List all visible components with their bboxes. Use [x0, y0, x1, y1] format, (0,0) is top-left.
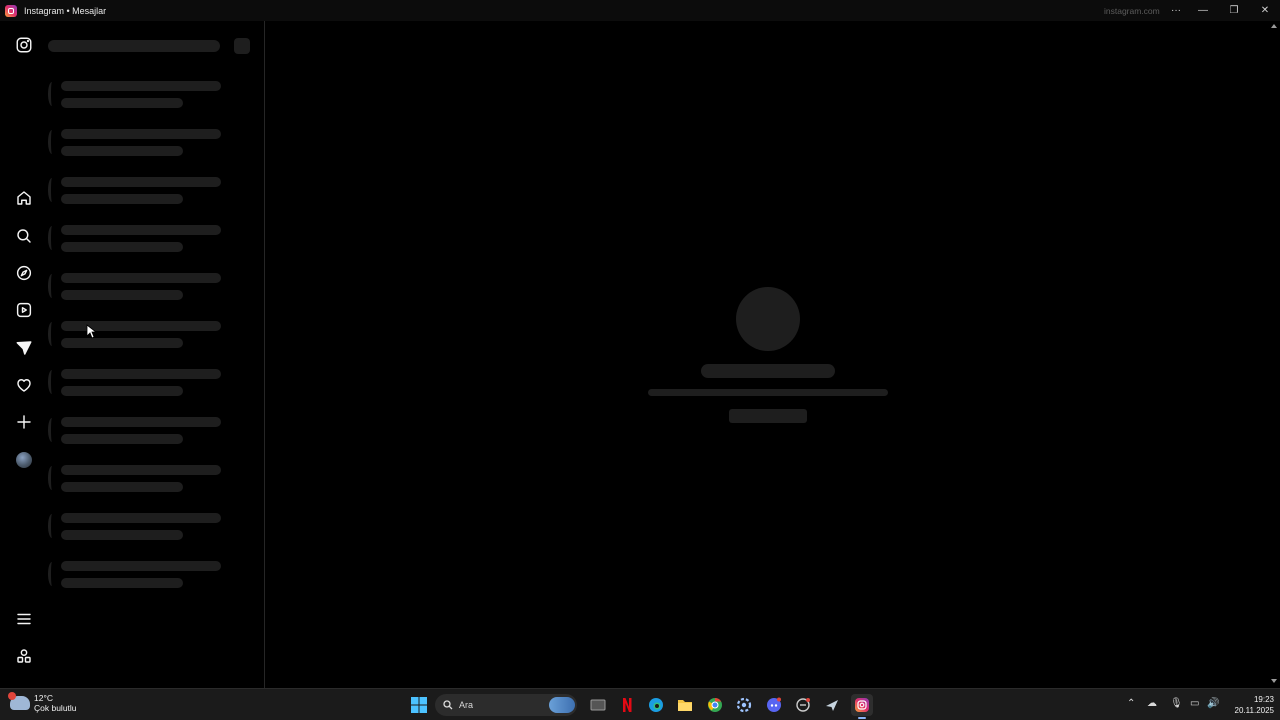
task-view-icon[interactable]	[588, 695, 608, 715]
active-app-indicator	[858, 717, 866, 719]
search-icon	[443, 700, 453, 710]
system-clock[interactable]: 19:23 20.11.2025	[1222, 694, 1274, 716]
network-icon[interactable]: ▭	[1190, 698, 1199, 709]
instagram-logo-icon[interactable]	[12, 33, 36, 57]
create-plus-icon[interactable]	[12, 410, 36, 434]
file-explorer-icon[interactable]	[675, 695, 695, 715]
notifications-heart-icon[interactable]	[12, 373, 36, 397]
scrollbar[interactable]	[1268, 21, 1280, 688]
search-highlight-icon	[549, 697, 575, 713]
reels-icon[interactable]	[12, 298, 36, 322]
title-skeleton	[701, 364, 835, 378]
microphone-icon[interactable]: 🎙	[1170, 698, 1183, 709]
maximize-button[interactable]: ❐	[1219, 0, 1249, 21]
subtitle-skeleton	[648, 389, 888, 396]
window-domain: instagram.com	[1104, 6, 1160, 16]
taskbar-search[interactable]: Ara	[435, 694, 577, 716]
discord-icon[interactable]	[764, 695, 784, 715]
home-icon[interactable]	[12, 186, 36, 210]
clock-time: 19:23	[1253, 695, 1274, 704]
conversation-list	[48, 21, 265, 688]
chrome-icon[interactable]	[705, 695, 725, 715]
window-title: Instagram • Mesajlar	[24, 5, 107, 16]
app-icon[interactable]	[793, 695, 813, 715]
weather-widget[interactable]: 12°C Çok bulutlu	[8, 692, 77, 713]
button-skeleton	[729, 409, 807, 423]
taskbar: 12°C Çok bulutlu Ara ⌃ ☁ 🎙 ▭ 🔊 19:23 20.…	[0, 688, 1280, 720]
nav-rail	[0, 21, 48, 688]
also-from-meta-icon[interactable]	[12, 644, 36, 668]
cloud-icon	[8, 692, 30, 710]
mouse-cursor	[86, 324, 96, 339]
edge-browser-icon[interactable]	[646, 695, 666, 715]
conversation-main	[266, 21, 1268, 688]
username-skeleton	[48, 40, 220, 52]
clock-date: 20.11.2025	[1234, 706, 1274, 715]
window-title-bar: Instagram • Mesajlar instagram.com ··· —…	[0, 0, 1280, 21]
new-message-icon[interactable]	[234, 38, 250, 54]
avatar-skeleton	[736, 287, 800, 351]
search-label: Ara	[459, 700, 474, 710]
menu-icon[interactable]	[12, 607, 36, 631]
weather-desc: Çok bulutlu	[34, 703, 77, 713]
cloud-sync-icon[interactable]: ☁	[1147, 698, 1157, 709]
more-options-button[interactable]: ···	[1161, 0, 1191, 21]
profile-avatar[interactable]	[12, 448, 36, 472]
explore-compass-icon[interactable]	[12, 261, 36, 285]
weather-temp: 12°C	[34, 693, 53, 703]
instagram-app-icon[interactable]	[851, 694, 873, 716]
close-button[interactable]: ✕	[1250, 0, 1280, 21]
netflix-icon[interactable]	[617, 695, 637, 715]
steam-icon[interactable]	[822, 695, 842, 715]
minimize-button[interactable]: —	[1188, 0, 1218, 21]
volume-icon[interactable]: 🔊	[1207, 698, 1219, 709]
instagram-app-icon	[5, 4, 17, 17]
messages-icon[interactable]	[12, 336, 36, 360]
settings-app-icon[interactable]	[734, 695, 754, 715]
windows-start-icon[interactable]	[409, 695, 429, 715]
chevron-up-icon[interactable]: ⌃	[1127, 698, 1135, 709]
search-icon[interactable]	[12, 224, 36, 248]
